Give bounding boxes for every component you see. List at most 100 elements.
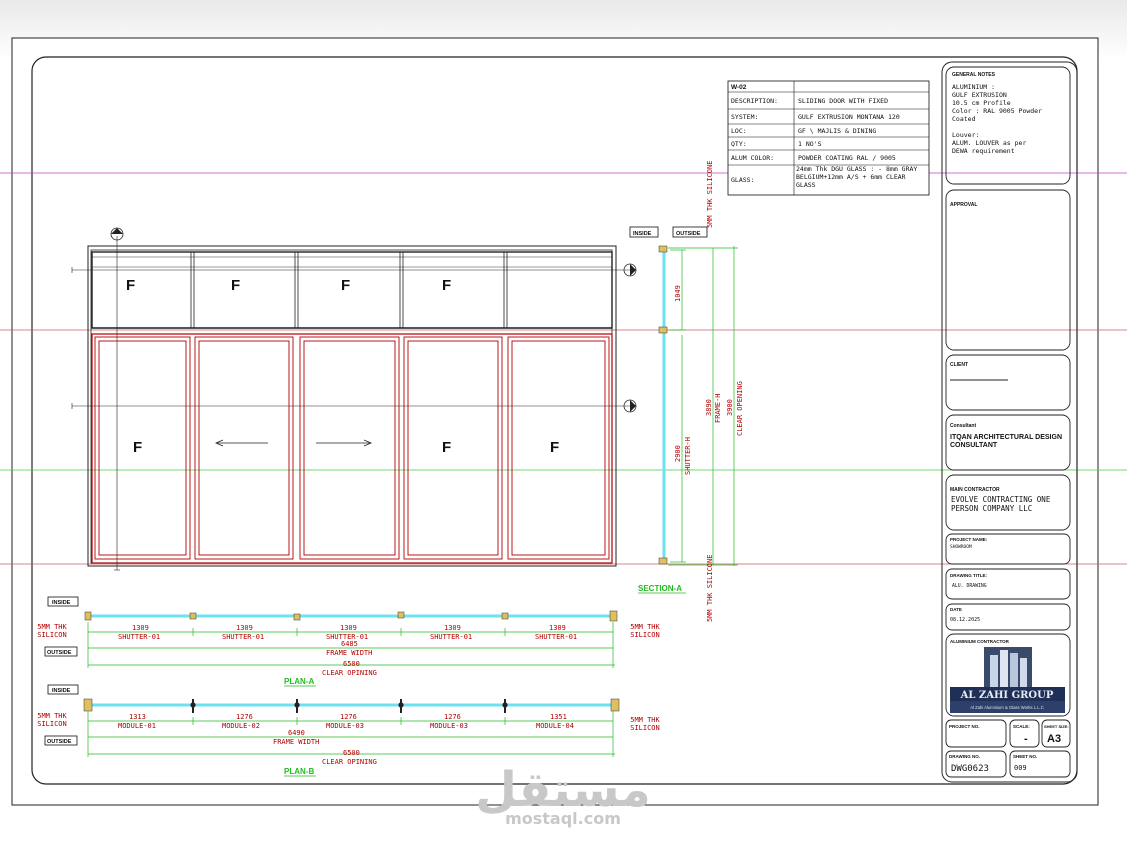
outside-tag: OUTSIDE xyxy=(676,231,701,237)
plan-b-clear-dim: 6500 xyxy=(343,749,360,757)
logo-name: AL ZAHI GROUP xyxy=(960,690,1054,701)
silicone-label-bottom: 5MM THK SILICONE xyxy=(706,555,714,622)
plan-a-silicon-left-wrap: 5MM THK SILICON xyxy=(37,623,67,639)
notes-line: ALUMINIUM : xyxy=(952,83,995,91)
notes-line: GULF EXTRUSION xyxy=(952,91,1007,99)
sheet-size-value: A3 xyxy=(1047,733,1061,745)
dim-frame: 3890 xyxy=(705,399,713,416)
inside-tag: INSIDE xyxy=(633,231,652,237)
spec-row-value-glass: 24mm Thk DGU GLASS : - 8mm GRAY BELGIUM+… xyxy=(796,165,918,189)
plan-a-silicon-right-wrap: 5MM THK SILICON xyxy=(630,623,660,639)
contractor-name: EVOLVE CONTRACTING ONE xyxy=(951,495,1051,504)
spec-row-label: GLASS: xyxy=(731,176,754,184)
spec-row-label: LOC: xyxy=(731,127,747,135)
plan-b-silicon-left: 5MM THK SILICON xyxy=(37,712,67,728)
fixed-label: F xyxy=(341,277,350,294)
watermark: مستقل mostaql.com xyxy=(475,762,651,828)
spec-row-label: SYSTEM: xyxy=(731,113,758,121)
fixed-label: F xyxy=(550,439,559,456)
plan-a-clear-label: CLEAR OPINING xyxy=(322,669,377,677)
plan-b-inside-tag: INSIDE xyxy=(52,688,71,694)
fixed-label: F xyxy=(442,277,451,294)
plan-b-frame-dim: 6490 xyxy=(288,729,305,737)
plan-b-seg-label: MODULE-03 xyxy=(326,722,364,730)
scale-label: SCALE: xyxy=(1013,724,1030,729)
scale-value: - xyxy=(1024,733,1028,745)
plan-b-frame-label: FRAME WIDTH xyxy=(273,738,319,746)
drawing-no-value: DWG0623 xyxy=(951,764,989,774)
plan-a-seg-dim: 1309 xyxy=(444,624,461,632)
notes-line: DEWA requirement xyxy=(952,147,1015,155)
dim-shutter-label: SHUTTER-H xyxy=(684,437,692,475)
spec-row-value: POWDER COATING RAL / 9005 xyxy=(798,154,896,162)
plan-a-frame-label: FRAME WIDTH xyxy=(326,649,372,657)
plan-b-seg-dim: 1276 xyxy=(340,713,357,721)
project-no-label: PROJECT NO. xyxy=(949,724,980,729)
sheet-size-label: SHEET SIZE: xyxy=(1044,724,1069,729)
plan-a-silicon-right: 5MM THK SILICON xyxy=(630,623,660,639)
project-label: PROJECT NAME: xyxy=(950,537,988,542)
spec-row-value: 1 NO'S xyxy=(798,140,822,148)
contractor-name: PERSON COMPANY LLC xyxy=(951,504,1032,513)
spec-table: W-02 DESCRIPTION: SLIDING DOOR WITH FIXE… xyxy=(727,80,930,196)
plan-b-silicon-left-wrap: 5MM THK SILICON xyxy=(37,712,67,728)
spec-row-value: SLIDING DOOR WITH FIXED xyxy=(798,97,888,105)
notes-line: 10.5 cm Profile xyxy=(952,99,1011,107)
fixed-label: F xyxy=(442,439,451,456)
drawing-canvas: W-02 DESCRIPTION: SLIDING DOOR WITH FIXE… xyxy=(0,37,1127,828)
plan-b-seg-label: MODULE-02 xyxy=(222,722,260,730)
spec-row-label: ALUM COLOR: xyxy=(731,154,774,162)
spec-glass-wrap: 24mm Thk DGU GLASS : - 8mm GRAY BELGIUM+… xyxy=(796,165,918,189)
plan-a-seg-label: SHUTTER-01 xyxy=(430,633,472,641)
plan-a-seg-dim: 1309 xyxy=(236,624,253,632)
plan-a-seg-dim: 1309 xyxy=(132,624,149,632)
plan-a-seg-label: SHUTTER-01 xyxy=(535,633,577,641)
plan-b-outside-tag: OUTSIDE xyxy=(47,739,72,745)
plan-a-seg-dim: 1309 xyxy=(549,624,566,632)
drawing-no-label: DRAWING NO. xyxy=(949,754,980,759)
project-value: SHOWROOM xyxy=(950,544,972,550)
dim-shutter: 2900 xyxy=(674,445,682,462)
sheet-no-label: SHEET NO. xyxy=(1013,754,1037,759)
consultant-name: CONSULTANT xyxy=(950,442,998,449)
plan-a-outside-tag: OUTSIDE xyxy=(47,650,72,656)
client-label: CLIENT xyxy=(950,362,968,368)
plan-a-seg-label: SHUTTER-01 xyxy=(222,633,264,641)
plan-b-silicon-right: 5MM THK SILICON xyxy=(630,716,660,732)
consultant-label: Consultant xyxy=(950,423,976,429)
dim-clear-label: CLEAR OPENING xyxy=(736,381,744,436)
fixed-label: F xyxy=(231,277,240,294)
plan-b-seg-dim: 1276 xyxy=(444,713,461,721)
dim-clear: 3900 xyxy=(726,399,734,416)
plan-b-seg-dim: 1313 xyxy=(129,713,146,721)
date-label: DATE xyxy=(950,607,962,612)
logo-sub: Al Zahi Aluminium & Glass Works L.L.C xyxy=(970,705,1043,710)
notes-line: Coated xyxy=(952,115,976,123)
plan-a-clear-dim: 6500 xyxy=(343,660,360,668)
plan-a-seg-label: SHUTTER-01 xyxy=(118,633,160,641)
consultant-name: ITQAN ARCHITECTURAL DESIGN xyxy=(950,434,1062,441)
date-value: 08.12.2025 xyxy=(950,617,980,623)
spec-row-value: GULF EXTRUSION MONTANA 120 xyxy=(798,113,900,121)
notes-line: Louver: xyxy=(952,131,979,139)
sheet-no-value: 009 xyxy=(1014,764,1027,772)
spec-code: W-02 xyxy=(731,84,747,91)
drawing-title-value: ALU. DRAWING xyxy=(952,583,987,589)
alu-contractor-label: ALUMINIUM CONTRACTOR xyxy=(950,639,1010,644)
plan-b-seg-label: MODULE-01 xyxy=(118,722,156,730)
plan-b-seg-dim: 1351 xyxy=(550,713,567,721)
drawing-title-label: DRAWING TITLE: xyxy=(950,573,987,578)
notes-title: GENERAL NOTES xyxy=(952,72,996,78)
plan-b-seg-dim: 1276 xyxy=(236,713,253,721)
plan-a-inside-tag: INSIDE xyxy=(52,600,71,606)
fixed-label: F xyxy=(126,277,135,294)
plan-b-silicon-right-wrap: 5MM THK SILICON xyxy=(630,716,660,732)
plan-b-seg-label: MODULE-04 xyxy=(536,722,574,730)
plan-a-silicon-left: 5MM THK SILICON xyxy=(37,623,67,639)
plan-b-clear-label: CLEAR OPINING xyxy=(322,758,377,766)
fixed-label: F xyxy=(133,439,142,456)
notes-line: ALUM. LOUVER as per xyxy=(952,139,1026,147)
silicone-label-top: 5MM THK SILICONE xyxy=(706,161,714,228)
plan-b-seg-label: MODULE-03 xyxy=(430,722,468,730)
notes-line: Color : RAL 9005 Powder xyxy=(952,107,1042,115)
